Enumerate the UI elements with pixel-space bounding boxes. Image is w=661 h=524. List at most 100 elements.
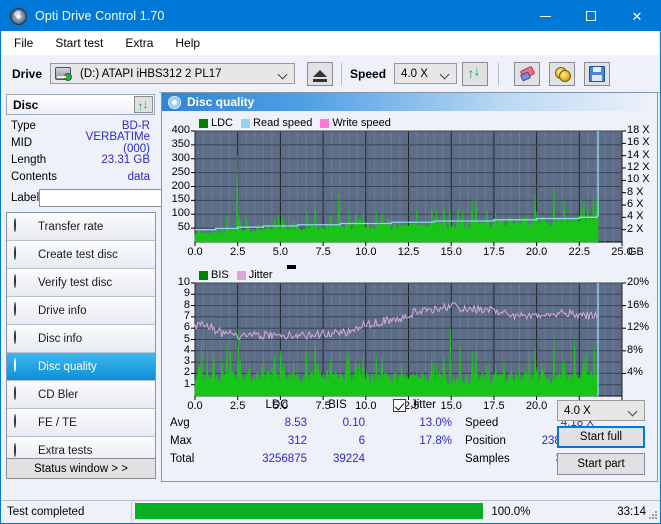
disc-icon [14, 415, 31, 430]
refresh-button[interactable]: ↑↑ [462, 62, 488, 86]
disc-key-contents: Contents [6, 171, 73, 183]
y2-tick-label: 6 X [627, 198, 644, 210]
disc-panel-header: Disc ↑↑ [6, 94, 155, 115]
disc-key-type: Type [6, 120, 73, 132]
content-panel: Disc quality 501001502002503003504002 X4… [161, 92, 658, 482]
y-tick-label: 4 [162, 344, 190, 356]
disc-label-row: Label [6, 187, 155, 208]
window-controls: ✕ [522, 1, 660, 31]
start-full-button[interactable]: Start full [557, 426, 645, 448]
x-tick-label: 5.0 [266, 246, 294, 258]
stats-col-bis: BIS [310, 399, 365, 411]
y-tick-label: 10 [162, 276, 190, 288]
elapsed-time: 33:14 [617, 506, 646, 518]
menu-help[interactable]: Help [165, 33, 210, 53]
y-tick-label: 100 [162, 207, 190, 219]
eject-icon [313, 70, 327, 77]
y2-tick-label: 4% [627, 366, 643, 378]
disc-row-length: Length 23.31 GB [6, 151, 155, 168]
bis-chart-svg [162, 263, 660, 415]
window-title: Opti Drive Control 1.70 [35, 9, 164, 23]
close-icon: ✕ [632, 10, 643, 23]
minimize-icon [540, 16, 551, 17]
y2-tick-label: 16% [627, 299, 649, 311]
jitter-max-value: 17.8% [400, 435, 452, 447]
legend-label: Jitter [249, 269, 273, 281]
sidebar-item-drive-info[interactable]: Drive info [7, 297, 155, 325]
stats-avg-ldc: 8.53 [222, 417, 307, 429]
y2-tick-label: 14 X [627, 149, 650, 161]
disc-info-list: Type BD-R MID VERBATIMe (000) Length 23.… [6, 117, 155, 208]
erase-button[interactable] [514, 62, 540, 86]
toolbar: Drive (D:) ATAPI iHBS312 2 PL17 Speed 4.… [2, 55, 660, 93]
maximize-icon [586, 11, 596, 21]
stats-row-total: Total [170, 453, 194, 465]
y2-tick-label: 2 X [627, 223, 644, 235]
status-window-button[interactable]: Status window > > [6, 458, 156, 479]
stats-panel: LDC BIS Avg Max Total 8.53 312 3256875 0… [162, 395, 657, 481]
save-button[interactable] [584, 62, 610, 86]
y2-tick-label: 10 X [627, 173, 650, 185]
start-part-button[interactable]: Start part [557, 453, 645, 475]
sidebar-item-disc-info[interactable]: Disc info [7, 325, 155, 353]
x-tick-label: 17.5 [480, 246, 508, 258]
jitter-scale-marker [287, 265, 296, 269]
disc-panel-title: Disc [13, 98, 38, 112]
x-tick-label: 2.5 [224, 246, 252, 258]
x-tick-label: 12.5 [395, 246, 423, 258]
app-icon [10, 8, 27, 25]
ldc-chart: 501001502002503003504002 X4 X6 X8 X10 X1… [162, 111, 660, 261]
eject-button[interactable] [307, 62, 333, 86]
drive-select[interactable]: (D:) ATAPI iHBS312 2 PL17 [50, 63, 295, 84]
resize-grip[interactable] [648, 510, 658, 520]
y-tick-label: 1 [162, 378, 190, 390]
menu-extra[interactable]: Extra [115, 33, 163, 53]
test-speed-value: 4.0 X [558, 405, 591, 417]
sidebar-item-transfer-rate[interactable]: Transfer rate [7, 213, 155, 241]
disc-value-mid: VERBATIMe (000) [73, 131, 155, 155]
disc-icon [14, 247, 31, 262]
jitter-label: Jitter [411, 399, 436, 411]
speed-select[interactable]: 4.0 X [394, 63, 457, 84]
ldc-chart-legend: LDCRead speedWrite speed [199, 117, 396, 129]
y-tick-label: 5 [162, 333, 190, 345]
maximize-button[interactable] [568, 1, 614, 31]
y2-tick-label: 8% [627, 344, 643, 356]
y2-tick-label: 12 X [627, 161, 650, 173]
y-tick-label: 350 [162, 138, 190, 150]
legend-swatch [237, 271, 246, 280]
sidebar-item-fe-te[interactable]: FE / TE [7, 409, 155, 437]
disc-key-length: Length [6, 154, 73, 166]
menu-start-test[interactable]: Start test [45, 33, 113, 53]
disc-icon [14, 331, 31, 346]
y-tick-label: 400 [162, 124, 190, 136]
sidebar-label: Transfer rate [38, 221, 103, 233]
y-tick-label: 8 [162, 299, 190, 311]
speed-select-value: 4.0 X [395, 68, 428, 80]
y-tick-label: 250 [162, 166, 190, 178]
legend-item: LDC [199, 117, 233, 129]
legend-label: Write speed [332, 117, 391, 129]
minimize-button[interactable] [522, 1, 568, 31]
close-button[interactable]: ✕ [614, 1, 660, 31]
sidebar-item-create-test-disc[interactable]: Create test disc [7, 241, 155, 269]
test-speed-select[interactable]: 4.0 X [557, 400, 645, 421]
stats-max-bis: 6 [310, 435, 365, 447]
disc-tools-button[interactable] [549, 62, 575, 86]
legend-swatch [320, 119, 329, 128]
disc-value-length: 23.31 GB [73, 154, 155, 166]
sidebar-item-cd-bler[interactable]: CD Bler [7, 381, 155, 409]
sidebar-item-verify-test-disc[interactable]: Verify test disc [7, 269, 155, 297]
disc-refresh-button[interactable]: ↑↑ [134, 96, 153, 113]
jitter-checkbox[interactable] [393, 399, 406, 412]
x-tick-label: 22.5 [565, 246, 593, 258]
progress-bar [135, 503, 483, 519]
sidebar-label: Drive info [38, 305, 87, 317]
refresh-icon: ↑↑ [468, 66, 483, 81]
menu-file[interactable]: File [4, 33, 43, 53]
stats-row-max: Max [170, 435, 192, 447]
sidebar-item-disc-quality[interactable]: Disc quality [7, 353, 155, 381]
x-tick-label: 0.0 [181, 246, 209, 258]
y2-tick-label: 4 X [627, 210, 644, 222]
disc-icon [14, 303, 31, 318]
